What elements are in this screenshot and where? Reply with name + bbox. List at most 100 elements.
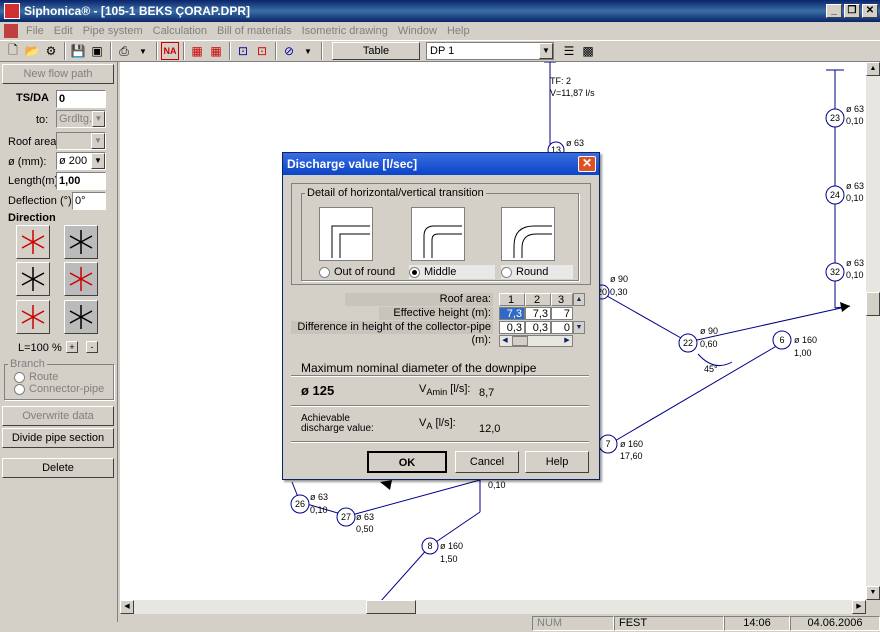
minus-button[interactable]: - xyxy=(86,341,98,353)
length-percent-label: L=100 % xyxy=(18,342,62,354)
ok-button[interactable]: OK xyxy=(367,451,447,473)
restore-button[interactable]: ❐ xyxy=(844,4,860,18)
to-select[interactable]: Grdltg. ▼ xyxy=(56,110,106,128)
grid-scroll-down-icon[interactable]: ▼ xyxy=(573,321,585,334)
view-red-icon[interactable]: ⊡ xyxy=(253,42,271,60)
pipe-node-27[interactable]: 27 ø 63 0,50 xyxy=(336,507,374,534)
menu-bill-of-materials[interactable]: Bill of materials xyxy=(217,25,292,37)
diameter-value: ø 200 xyxy=(59,155,88,167)
pipe-node-23[interactable]: 23 ø 63 0,10 xyxy=(825,104,864,128)
divide-pipe-section-button[interactable]: Divide pipe section xyxy=(2,428,114,448)
round-picture[interactable] xyxy=(501,207,555,261)
view-down-icon[interactable]: ⊡ xyxy=(234,42,252,60)
chevron-down-icon[interactable]: ▼ xyxy=(299,42,317,60)
height-difference-cell-2[interactable]: 0,3 xyxy=(525,321,551,334)
chevron-down-icon: ▼ xyxy=(91,153,105,169)
scroll-down-icon[interactable]: ▼ xyxy=(866,586,880,600)
scroll-up-icon[interactable]: ▲ xyxy=(866,62,880,76)
scroll-right-icon[interactable]: ▶ xyxy=(852,600,866,614)
new-flow-path-button[interactable]: New flow path xyxy=(2,64,114,84)
vertical-scroll-thumb[interactable] xyxy=(866,292,880,316)
pipe-node-7[interactable]: 7 ø 160 17,60 xyxy=(598,434,643,461)
monitor-icon[interactable]: ▩ xyxy=(579,42,597,60)
minimize-button[interactable]: _ xyxy=(826,4,842,18)
menu-edit[interactable]: Edit xyxy=(54,25,73,37)
scroll-left-icon[interactable]: ◀ xyxy=(500,336,510,346)
round-label: Round xyxy=(516,266,549,278)
open-folder-icon[interactable]: 📂 xyxy=(23,42,41,60)
pipe-node-32[interactable]: 32 ø 63 0,10 xyxy=(825,258,864,282)
length-input[interactable]: 1,00 xyxy=(56,172,106,190)
effective-height-cell-3[interactable]: 7 xyxy=(551,307,573,320)
pipe-node-8[interactable]: 8 ø 160 1,50 xyxy=(421,537,463,564)
zoom-icon[interactable]: ⊘ xyxy=(280,42,298,60)
close-button[interactable]: ✕ xyxy=(862,4,878,18)
pipe-node-6[interactable]: 6 ø 160 1,00 xyxy=(772,330,817,358)
direction-button-4[interactable] xyxy=(64,262,98,296)
help-button[interactable]: Help xyxy=(525,451,589,473)
grid-scroll-up-icon[interactable]: ▲ xyxy=(573,293,585,306)
menu-file[interactable]: File xyxy=(26,25,44,37)
horizontal-scroll-thumb[interactable] xyxy=(366,600,416,614)
scroll-right-icon[interactable]: ▶ xyxy=(562,336,572,346)
length-value: 1,00 xyxy=(59,175,81,187)
menu-help[interactable]: Help xyxy=(447,25,470,37)
scroll-left-icon[interactable]: ◀ xyxy=(120,600,134,614)
direction-button-5[interactable] xyxy=(16,300,50,334)
roof-area-select[interactable]: ▼ xyxy=(56,132,106,150)
menu-window[interactable]: Window xyxy=(398,25,437,37)
out-of-round-picture[interactable] xyxy=(319,207,373,261)
app-icon xyxy=(4,3,20,19)
direction-button-2[interactable] xyxy=(64,225,98,259)
tools-icon[interactable]: ⚙ xyxy=(42,42,60,60)
effective-height-cell-1[interactable]: 7,3 xyxy=(499,307,525,320)
vertical-scrollbar[interactable]: ▲ ▼ xyxy=(866,62,880,600)
horizontal-scrollbar[interactable]: ◀ ▶ xyxy=(120,600,866,614)
delete-button[interactable]: Delete xyxy=(2,458,114,478)
direction-button-6[interactable] xyxy=(64,300,98,334)
tsda-input[interactable]: 0 xyxy=(56,90,106,108)
document-icon[interactable] xyxy=(4,24,18,38)
diameter-select[interactable]: ø 200 ▼ xyxy=(56,152,106,170)
middle-radio[interactable]: Middle xyxy=(409,265,495,279)
cancel-button[interactable]: Cancel xyxy=(455,451,519,473)
direction-button-1[interactable] xyxy=(16,225,50,259)
close-icon[interactable]: ✕ xyxy=(578,156,596,172)
direction-star-icon xyxy=(21,230,45,254)
grid-horizontal-scrollbar[interactable]: ◀ ▶ xyxy=(499,335,573,347)
grid-icon[interactable]: ▦ xyxy=(188,42,206,60)
max-diameter-label: Maximum nominal diameter of the downpipe xyxy=(301,361,537,375)
grid-alt-icon[interactable]: ▦ xyxy=(207,42,225,60)
direction-button-3[interactable] xyxy=(16,262,50,296)
na-icon[interactable]: NA xyxy=(161,42,179,60)
round-radio[interactable]: Round xyxy=(501,265,573,279)
new-file-icon[interactable]: 🗋 xyxy=(4,42,22,60)
chevron-down-icon[interactable]: ▼ xyxy=(134,42,152,60)
grid-scroll-thumb[interactable] xyxy=(512,336,528,346)
menu-calculation[interactable]: Calculation xyxy=(153,25,207,37)
pipe-node-26[interactable]: 26 ø 63 0,10 xyxy=(290,492,328,515)
discharge-dialog: Discharge value [l/sec] ✕ Detail of hori… xyxy=(282,152,600,480)
save-icon[interactable]: 💾 xyxy=(69,42,87,60)
out-of-round-radio[interactable]: Out of round xyxy=(319,265,395,279)
menu-pipe-system[interactable]: Pipe system xyxy=(83,25,143,37)
middle-picture[interactable] xyxy=(411,207,465,261)
save-all-icon[interactable]: ▣ xyxy=(88,42,106,60)
plus-button[interactable]: + xyxy=(66,341,78,353)
height-difference-cell-1[interactable]: 0,3 xyxy=(499,321,525,334)
pipe-node-partial[interactable]: 0,10 xyxy=(488,480,506,490)
menu-isometric-drawing[interactable]: Isometric drawing xyxy=(302,25,388,37)
pipe-node-id: 26 xyxy=(295,499,305,509)
overwrite-data-button[interactable]: Overwrite data xyxy=(2,406,114,426)
print-icon[interactable]: ⎙ xyxy=(115,42,133,60)
height-difference-cell-3[interactable]: 0 xyxy=(551,321,573,334)
connector-radio[interactable]: Connector-pipe xyxy=(14,382,104,396)
effective-height-cell-2[interactable]: 7,3 xyxy=(525,307,551,320)
deflection-input[interactable]: 0° xyxy=(72,192,106,210)
dp-select[interactable]: DP 1 ▼ xyxy=(426,42,554,60)
list-icon[interactable]: ☰ xyxy=(560,42,578,60)
pipe-node-22[interactable]: 22 ø 90 0,60 xyxy=(678,326,718,353)
pipe-node-24[interactable]: 24 ø 63 0,10 xyxy=(825,181,864,205)
table-button[interactable]: Table xyxy=(332,42,420,60)
chevron-down-icon[interactable]: ▼ xyxy=(539,43,553,59)
